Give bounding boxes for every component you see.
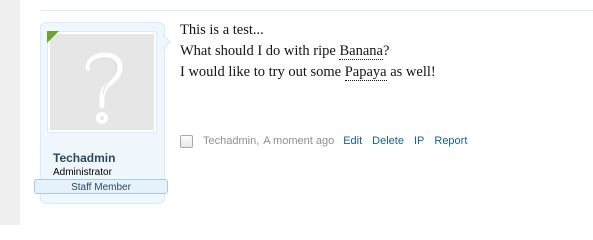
message-line-3: I would like to try out some Papaya as w… — [180, 62, 580, 83]
message-divider — [40, 10, 593, 11]
default-avatar-icon — [50, 34, 154, 130]
inline-mod-checkbox[interactable] — [180, 134, 193, 148]
delete-link[interactable]: Delete — [372, 135, 404, 147]
post-date[interactable]: A moment ago — [263, 135, 334, 147]
card-arrow-inner — [162, 35, 169, 49]
report-link[interactable]: Report — [434, 135, 467, 147]
meta-author[interactable]: Techadmin — [203, 135, 256, 147]
message-text: This is a test... — [180, 22, 264, 38]
ip-link[interactable]: IP — [414, 135, 424, 147]
message-text: What should I do with ripe — [180, 43, 340, 59]
question-mark-icon — [85, 52, 123, 124]
message-line-1: This is a test... — [180, 20, 580, 41]
user-title: Administrator — [53, 167, 112, 178]
online-indicator — [47, 31, 59, 43]
edit-link[interactable]: Edit — [343, 135, 362, 147]
keyword-link-banana[interactable]: Banana — [339, 43, 383, 60]
staff-member-banner: Staff Member — [34, 179, 168, 194]
user-card: Techadmin Administrator — [40, 22, 165, 204]
message-text: as well! — [386, 64, 436, 80]
message-line-2: What should I do with ripe Banana? — [180, 41, 580, 62]
message-user-info: Techadmin Administrator Staff Member — [34, 22, 171, 204]
message-text: ? — [382, 43, 390, 59]
message-meta: Techadmin, A moment ago Edit Delete IP R… — [180, 133, 467, 149]
meta-separator: , — [256, 135, 260, 147]
keyword-link-papaya[interactable]: Papaya — [344, 64, 387, 81]
message-text: I would like to try out some — [180, 64, 345, 80]
page-gutter — [0, 0, 20, 225]
username-link[interactable]: Techadmin — [53, 151, 115, 165]
avatar[interactable] — [47, 31, 157, 133]
message-body: This is a test... What should I do with … — [180, 20, 580, 83]
